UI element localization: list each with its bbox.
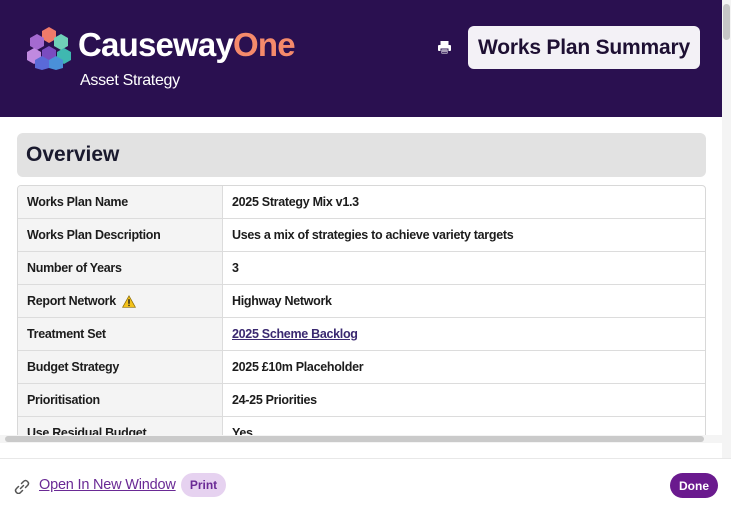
- app-header: CausewayOne Asset Strategy Works Plan Su…: [0, 0, 722, 117]
- table-row: Budget Strategy 2025 £10m Placeholder: [18, 351, 705, 384]
- row-label: Treatment Set: [18, 318, 223, 350]
- open-in-new-window-link[interactable]: Open In New Window: [39, 477, 176, 493]
- row-value: 24-25 Priorities: [232, 393, 317, 407]
- table-row: Report Network Highway Network: [18, 285, 705, 318]
- row-label-text: Report Network: [27, 294, 116, 308]
- vertical-scrollbar[interactable]: [722, 0, 731, 458]
- row-value: 2025 £10m Placeholder: [232, 360, 364, 374]
- row-label: Number of Years: [18, 252, 223, 284]
- print-button[interactable]: Print: [181, 473, 226, 497]
- overview-table: Works Plan Name 2025 Strategy Mix v1.3 W…: [17, 185, 706, 435]
- table-row: Works Plan Description Uses a mix of str…: [18, 219, 705, 252]
- horizontal-scrollbar-thumb[interactable]: [5, 436, 704, 442]
- row-label: Works Plan Name: [18, 186, 223, 218]
- table-row: Use Residual Budget Yes: [18, 417, 705, 435]
- row-label: Works Plan Description: [18, 219, 223, 251]
- overview-heading: Overview: [17, 133, 706, 177]
- row-label: Budget Strategy: [18, 351, 223, 383]
- table-row: Works Plan Name 2025 Strategy Mix v1.3: [18, 186, 705, 219]
- row-value: 3: [232, 261, 239, 275]
- row-value: Yes: [232, 426, 253, 435]
- horizontal-scrollbar[interactable]: [0, 435, 722, 443]
- table-row: Number of Years 3: [18, 252, 705, 285]
- row-value: Uses a mix of strategies to achieve vari…: [232, 228, 514, 242]
- row-value: Highway Network: [232, 294, 332, 308]
- table-row: Treatment Set 2025 Scheme Backlog: [18, 318, 705, 351]
- vertical-scrollbar-thumb[interactable]: [723, 4, 730, 40]
- table-row: Prioritisation 24-25 Priorities: [18, 384, 705, 417]
- printer-icon[interactable]: [437, 40, 452, 55]
- summary-content: Overview Works Plan Name 2025 Strategy M…: [0, 117, 722, 435]
- dialog-footer: Open In New Window Print Done: [0, 458, 731, 510]
- row-label: Use Residual Budget: [18, 417, 223, 435]
- brand-secondary: One: [233, 26, 296, 63]
- causeway-logo-icon: [27, 27, 71, 70]
- treatment-set-link[interactable]: 2025 Scheme Backlog: [223, 318, 705, 350]
- done-button[interactable]: Done: [670, 473, 718, 498]
- row-label: Report Network: [18, 285, 223, 317]
- row-label: Prioritisation: [18, 384, 223, 416]
- warning-icon: [121, 294, 136, 308]
- chain-link-icon: [14, 479, 30, 494]
- brand-primary: Causeway: [78, 26, 234, 63]
- page-title: Works Plan Summary: [468, 26, 700, 69]
- row-value: 2025 Strategy Mix v1.3: [232, 195, 359, 209]
- brand-name: CausewayOne: [78, 26, 296, 63]
- brand-subtitle: Asset Strategy: [80, 72, 180, 89]
